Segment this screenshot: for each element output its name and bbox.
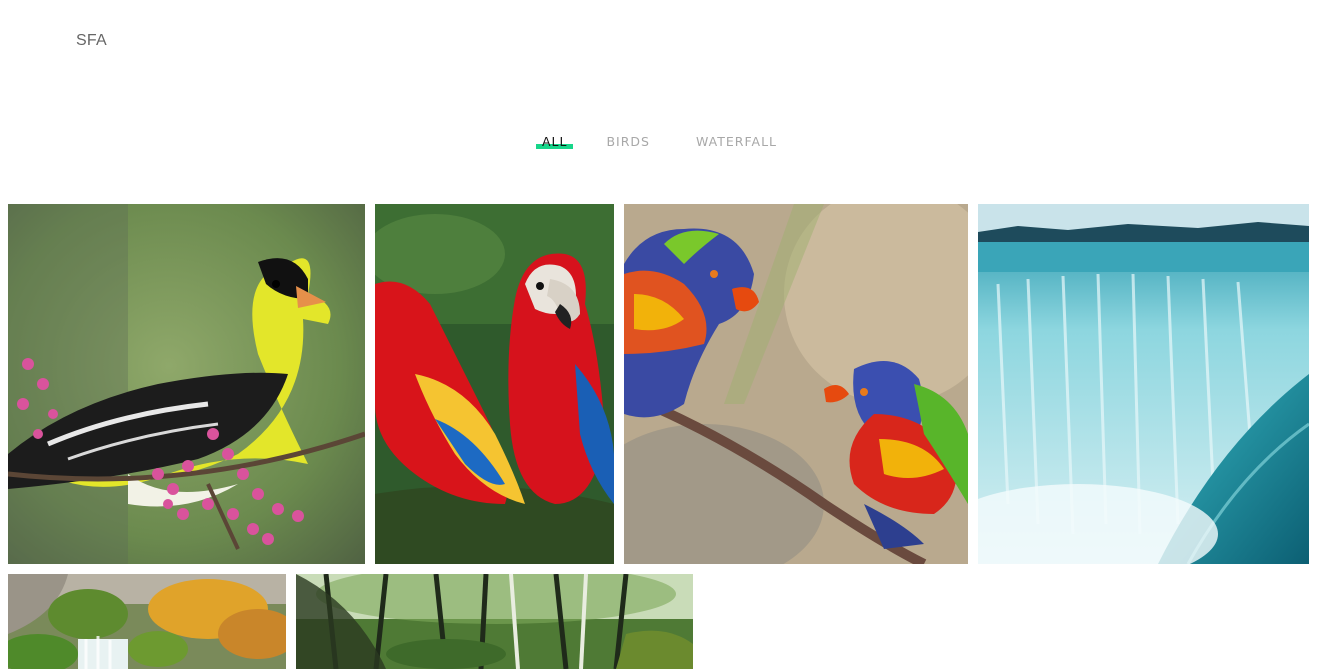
site-logo[interactable]: SFA	[76, 32, 107, 50]
filter-waterfall[interactable]: WATERFALL	[694, 134, 779, 149]
gallery-item-autumn-waterfall[interactable]	[8, 574, 286, 669]
gallery-item-goldfinch[interactable]	[8, 204, 365, 564]
filter-all-label: ALL	[542, 134, 568, 149]
forest-stream-image	[296, 574, 693, 669]
autumn-waterfall-image	[8, 574, 286, 669]
filter-all[interactable]: ALL	[535, 134, 575, 149]
gallery-item-macaws[interactable]	[375, 204, 614, 564]
gallery-item-lorikeets[interactable]	[624, 204, 968, 564]
gallery-item-horseshoe-waterfall[interactable]	[978, 204, 1309, 564]
waterfall-image	[978, 204, 1309, 564]
gallery-filter-nav: ALL BIRDS WATERFALL	[0, 134, 1319, 149]
lorikeets-image	[624, 204, 968, 564]
goldfinch-image	[8, 204, 365, 564]
filter-birds-label: BIRDS	[606, 134, 650, 149]
gallery-item-forest-stream[interactable]	[296, 574, 693, 669]
filter-birds[interactable]: BIRDS	[604, 134, 652, 149]
filter-waterfall-label: WATERFALL	[696, 134, 777, 149]
macaws-image	[375, 204, 614, 564]
